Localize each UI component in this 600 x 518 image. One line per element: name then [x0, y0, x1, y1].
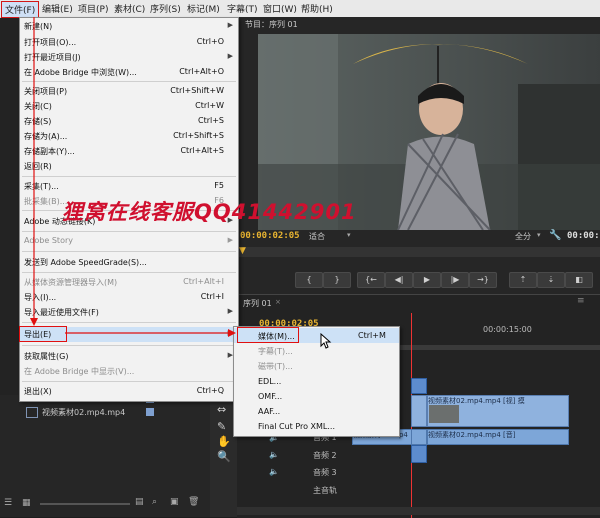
- annotation-arrows: [30, 17, 236, 337]
- watermark-text: 狸窝在线客服QQ41442901: [62, 200, 357, 224]
- arrow-head-down: [30, 318, 38, 326]
- mouse-cursor-icon: [320, 333, 332, 349]
- arrow-head-right: [228, 329, 236, 337]
